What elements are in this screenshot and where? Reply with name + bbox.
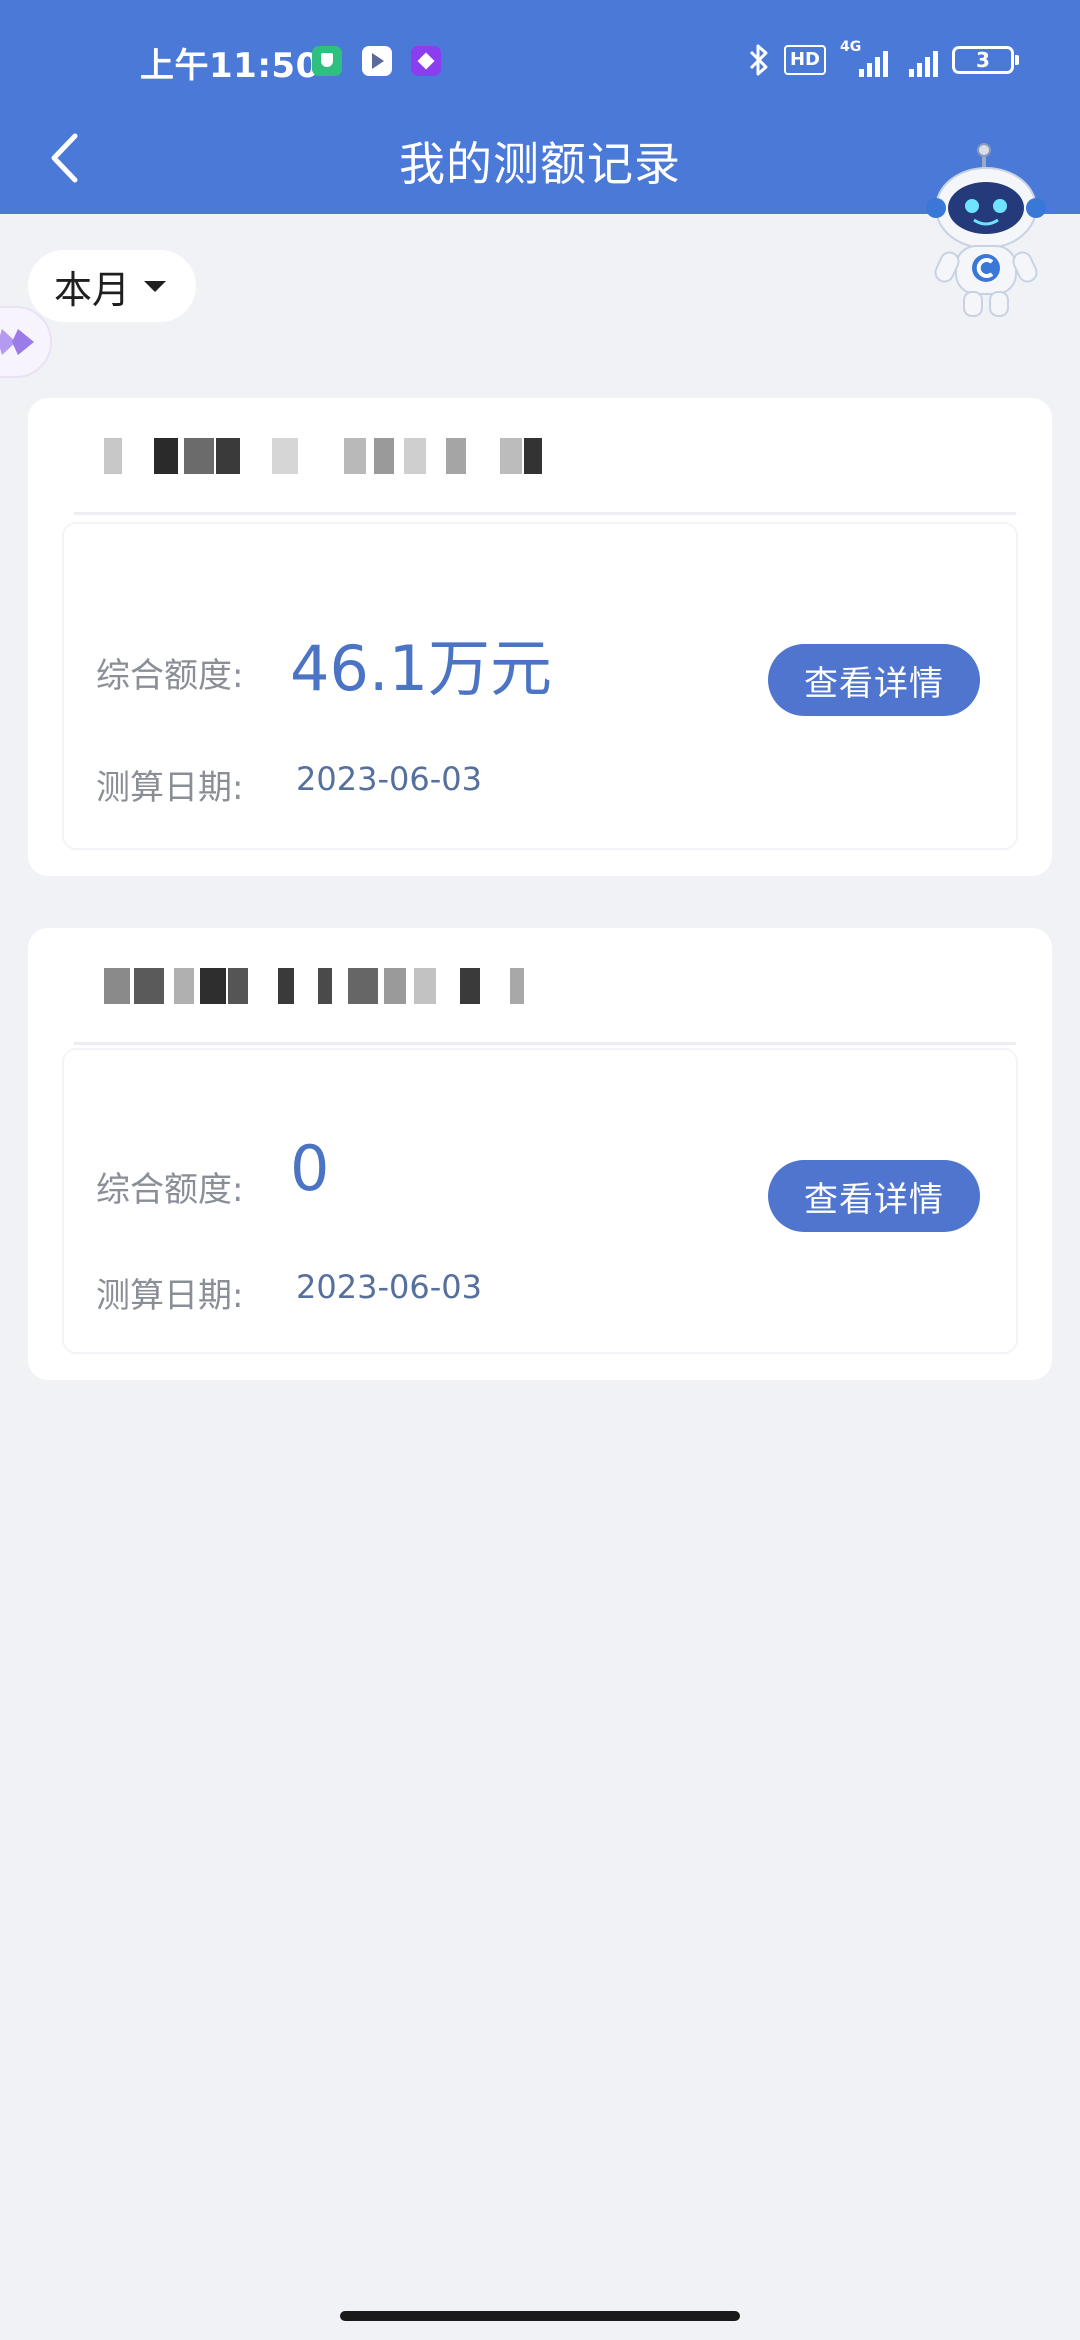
amount-value: 0 bbox=[290, 1132, 330, 1205]
redacted-title bbox=[104, 438, 704, 478]
hd-badge: HD bbox=[783, 45, 826, 75]
amount-label: 综合额度: bbox=[96, 656, 244, 696]
status-indicators: HD 4G 3 bbox=[748, 39, 1019, 80]
bluetooth-icon bbox=[749, 44, 768, 76]
page-title: 我的测额记录 bbox=[399, 137, 681, 191]
month-filter-label: 本月 bbox=[54, 267, 131, 312]
date-value: 2023-06-03 bbox=[296, 760, 482, 798]
battery-icon: 3 bbox=[952, 46, 1019, 74]
signal-icon-secondary bbox=[902, 43, 938, 77]
signal-icon: 4G bbox=[840, 39, 888, 77]
floating-side-tab[interactable] bbox=[0, 306, 52, 378]
redacted-title bbox=[104, 968, 704, 1008]
screen: 上午11:50 HD 4G 3 我的测额记录 本月 综合额度: 46.1万元 测… bbox=[0, 0, 1080, 2340]
caret-down-icon bbox=[144, 280, 167, 292]
month-filter-dropdown[interactable]: 本月 bbox=[28, 250, 197, 322]
view-details-button[interactable]: 查看详情 bbox=[768, 644, 980, 716]
record-card: 综合额度: 0 测算日期: 2023-06-03 查看详情 bbox=[28, 928, 1052, 1380]
date-label: 测算日期: bbox=[96, 768, 244, 808]
card-header bbox=[74, 928, 1016, 1045]
app-notification-icon bbox=[411, 46, 441, 76]
amount-value: 46.1万元 bbox=[290, 632, 553, 705]
date-label: 测算日期: bbox=[96, 1276, 244, 1316]
double-chevron-icon bbox=[0, 329, 34, 355]
view-details-button[interactable]: 查看详情 bbox=[768, 1160, 980, 1232]
date-value: 2023-06-03 bbox=[296, 1268, 482, 1306]
home-indicator[interactable] bbox=[340, 2311, 740, 2321]
status-time: 上午11:50 bbox=[140, 46, 320, 86]
amount-label: 综合额度: bbox=[96, 1170, 244, 1210]
card-header bbox=[74, 398, 1016, 515]
video-app-icon bbox=[362, 46, 392, 76]
record-card: 综合额度: 46.1万元 测算日期: 2023-06-03 查看详情 bbox=[28, 398, 1052, 876]
robot-assistant-icon[interactable] bbox=[922, 142, 1052, 320]
app-header: 上午11:50 HD 4G 3 我的测额记录 bbox=[0, 0, 1080, 214]
security-app-icon bbox=[312, 46, 342, 76]
